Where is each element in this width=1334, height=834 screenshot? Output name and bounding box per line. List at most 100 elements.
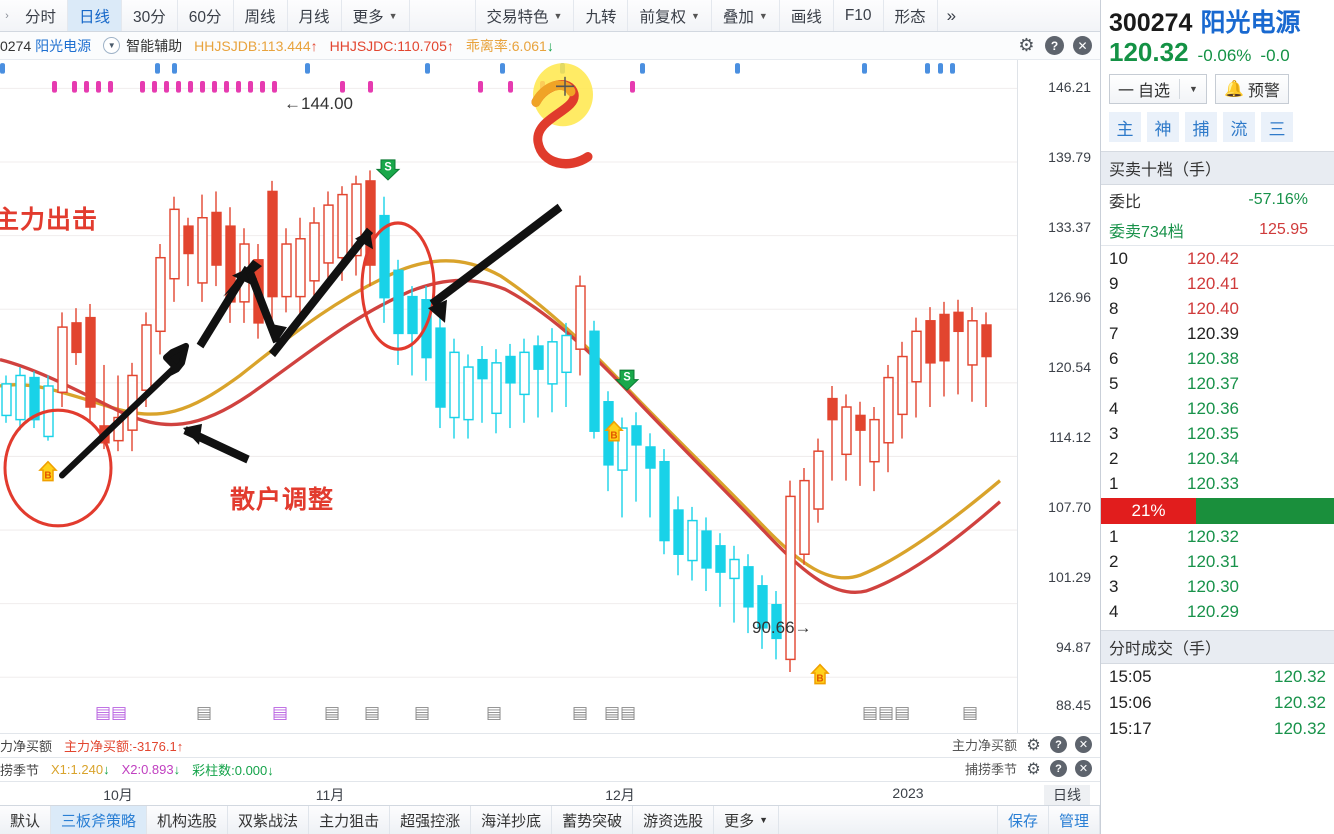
strategy-haiyangchaodi[interactable]: 海洋抄底 [471, 806, 553, 834]
strategy-sanbanfu[interactable]: 三板斧策略 [51, 806, 148, 834]
period-60min[interactable]: 60分 [178, 0, 234, 31]
help-icon[interactable]: ? [1050, 736, 1067, 753]
period-monthly[interactable]: 月线 [288, 0, 342, 31]
strategy-shuangzizhanfa[interactable]: 双紫战法 [228, 806, 310, 834]
tab-liu[interactable]: 流 [1223, 112, 1255, 142]
tool-trade-features-label: 交易特色 [486, 8, 549, 26]
strategy-youzixuangu[interactable]: 游资选股 [633, 806, 715, 834]
table-row[interactable]: 1 120.32 [1101, 524, 1334, 549]
tab-zhu[interactable]: 主 [1109, 112, 1141, 142]
close-icon[interactable]: ✕ [1075, 760, 1092, 777]
table-row[interactable]: 6 120.38 [1101, 346, 1334, 371]
tool-jiuzhuan[interactable]: 九转 [574, 0, 629, 31]
period-rixian[interactable]: 日线 [68, 0, 123, 31]
alert-button[interactable]: 🔔 预警 [1214, 74, 1289, 104]
save-button[interactable]: 保存 [998, 806, 1049, 834]
svg-text:S: S [623, 372, 631, 384]
date-tick: 10月 [103, 787, 133, 803]
table-row[interactable]: 10 120.42 [1101, 246, 1334, 271]
news-icon[interactable]: ▤ [324, 703, 340, 723]
tick-list: 15:05 120.32 15:06 120.32 15:17 120.32 [1101, 664, 1334, 742]
news-icon[interactable]: ▤ [196, 703, 212, 723]
news-icon[interactable]: ▤▤ [95, 703, 127, 723]
gear-icon[interactable]: ⚙ [1025, 760, 1042, 778]
table-row[interactable]: 4 120.36 [1101, 396, 1334, 421]
chevron-down-icon[interactable]: ▼ [1189, 84, 1198, 94]
price-label-9066: 90.66→ [752, 618, 812, 637]
y-tick: 88.45 [1055, 697, 1091, 713]
manage-button[interactable]: 管理 [1049, 806, 1100, 834]
bid-level: 2 [1109, 551, 1119, 571]
strategy-more[interactable]: 更多 ▼ [714, 806, 780, 834]
bid-price: 120.32 [1187, 526, 1239, 546]
tool-pattern[interactable]: 形态 [884, 0, 938, 31]
table-row[interactable]: 9 120.41 [1101, 271, 1334, 296]
ask-level: 8 [1109, 298, 1119, 318]
news-icon[interactable]: ▤▤▤ [862, 703, 910, 723]
indicator-value-hhjsjdc-text: HHJSJDC:110.705 [329, 37, 447, 54]
help-icon[interactable]: ? [1045, 36, 1064, 55]
tool-adjust[interactable]: 前复权 ▼ [628, 0, 712, 31]
period-fenshi[interactable]: 分时 [14, 0, 69, 31]
bid-list: 1 120.32 2 120.31 3 120.30 4 120.29 [1101, 524, 1334, 624]
news-icon[interactable]: ▤ [962, 703, 978, 723]
list-item[interactable]: 15:17 120.32 [1101, 716, 1334, 742]
strategy-jigouxuangu[interactable]: 机构选股 [147, 806, 229, 834]
table-row[interactable]: 3 120.35 [1101, 421, 1334, 446]
period-30min[interactable]: 30分 [122, 0, 178, 31]
close-icon[interactable]: ✕ [1075, 736, 1092, 753]
quote-header: 300274 阳光电源 120.32 -0.06% -0.0 [1101, 0, 1334, 68]
ask-level: 2 [1109, 448, 1119, 468]
table-row[interactable]: 2 120.34 [1101, 446, 1334, 471]
period-weekly[interactable]: 周线 [234, 0, 288, 31]
tick-time: 15:05 [1109, 667, 1152, 686]
chevron-down-icon[interactable]: ▼ [103, 37, 121, 54]
tool-trade-features[interactable]: 交易特色 ▼ [476, 0, 575, 31]
strategy-zhulijuji[interactable]: 主力狙击 [309, 806, 391, 834]
tool-f10[interactable]: F10 [834, 0, 884, 31]
table-row[interactable]: 4 120.29 [1101, 599, 1334, 624]
news-icon[interactable]: ▤ [364, 703, 380, 723]
strategy-default[interactable]: 默认 [0, 806, 52, 834]
toolbar-overflow-icon[interactable]: » [938, 0, 965, 31]
add-watchlist-button[interactable]: 一 自选 ▼ [1109, 74, 1207, 104]
ask-level: 10 [1109, 248, 1128, 268]
table-row[interactable]: 5 120.37 [1101, 371, 1334, 396]
help-icon[interactable]: ? [1050, 760, 1067, 777]
news-icon[interactable]: ▤ [572, 703, 588, 723]
gear-icon[interactable]: ⚙ [1025, 736, 1042, 754]
tab-shen[interactable]: 神 [1147, 112, 1179, 142]
table-row[interactable]: 3 120.30 [1101, 574, 1334, 599]
news-icon[interactable]: ▤▤ [604, 703, 636, 723]
gear-icon[interactable]: ⚙ [1017, 35, 1036, 55]
strategy-chaoqiangkongzhang[interactable]: 超强控涨 [390, 806, 472, 834]
y-tick: 126.96 [1048, 289, 1091, 305]
list-item[interactable]: 15:05 120.32 [1101, 664, 1334, 690]
table-row[interactable]: 2 120.31 [1101, 549, 1334, 574]
arrow-down-icon: ↓ [546, 37, 554, 54]
annotation-zhuli-chuji: 主力出击 [0, 206, 99, 234]
toolbar-scroll-left-icon[interactable]: › [0, 0, 14, 31]
tool-drawline[interactable]: 画线 [780, 0, 834, 31]
candlestick-chart[interactable]: B S S B B 主力出击 散户调整 ←144.00 90.66→ ▤▤ ▤ … [0, 60, 1100, 733]
bid-price: 120.29 [1187, 601, 1239, 621]
tool-overlay[interactable]: 叠加 ▼ [712, 0, 780, 31]
period-more[interactable]: 更多 ▼ [342, 0, 410, 31]
arrow-down-icon: ↓ [103, 762, 110, 777]
table-row[interactable]: 7 120.39 [1101, 321, 1334, 346]
news-icon[interactable]: ▤ [414, 703, 430, 723]
list-item[interactable]: 15:06 120.32 [1101, 690, 1334, 716]
news-icon[interactable]: ▤ [486, 703, 502, 723]
tab-bu[interactable]: 捕 [1185, 112, 1217, 142]
close-icon[interactable]: ✕ [1073, 36, 1092, 55]
strategy-xushitupo[interactable]: 蓄势突破 [552, 806, 634, 834]
ask-price: 120.34 [1187, 448, 1239, 468]
bid-price: 120.31 [1187, 551, 1239, 571]
sell-marker-middle: S [614, 369, 640, 391]
news-icon[interactable]: ▤ [272, 703, 288, 723]
indicator-stock-name: 阳光电源 [35, 37, 92, 54]
tab-san[interactable]: 三 [1261, 112, 1293, 142]
table-row[interactable]: 1 120.33 [1101, 471, 1334, 496]
table-row[interactable]: 8 120.40 [1101, 296, 1334, 321]
panel-x2-text: X2:0.893 [121, 762, 174, 777]
